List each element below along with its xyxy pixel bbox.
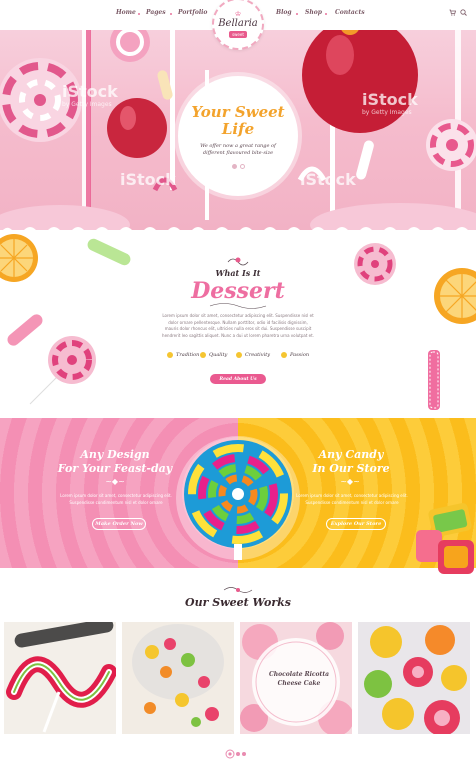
feature-tradition: Tradition xyxy=(167,352,199,358)
nav-blog[interactable]: Blog xyxy=(276,9,292,16)
work-tile-gummies-jar[interactable] xyxy=(122,622,234,734)
watermark: iStock xyxy=(300,170,356,189)
hero-title: Your Sweet Life xyxy=(191,102,285,138)
work-image xyxy=(122,622,234,734)
candy-description: Lorem ipsum dolor sit amet, consectetur … xyxy=(296,493,408,505)
logo-tag: sweet xyxy=(229,30,247,38)
works-title: Our Sweet Works xyxy=(185,596,291,609)
nav-portfolio[interactable]: Portfolio xyxy=(178,9,207,16)
section-kicker: What Is It xyxy=(215,268,261,278)
nav-separator xyxy=(325,13,327,15)
nav-pages[interactable]: Pages xyxy=(146,9,166,16)
hero-subtitle: We offer now a great range of different … xyxy=(200,142,276,156)
nav-separator xyxy=(170,13,172,15)
nav-separator xyxy=(138,13,140,15)
read-about-us-button[interactable]: Read About Us xyxy=(210,374,266,384)
make-order-button[interactable]: Make Order Now xyxy=(92,518,146,530)
watermark: iStock by Getty Images xyxy=(362,90,418,116)
candy-icon xyxy=(200,352,206,358)
watermark: iStock xyxy=(120,170,176,189)
section-description: Lorem ipsum dolor sit amet, consectetur … xyxy=(162,313,314,338)
hero-banner: iStock by Getty Images iStock by Getty Ima… xyxy=(0,30,476,230)
nav-home[interactable]: Home xyxy=(116,9,136,16)
ornament-divider: ~◆~ xyxy=(340,477,360,486)
feature-quality: Quality xyxy=(200,352,227,358)
slider-dot[interactable] xyxy=(231,163,237,169)
search-icon[interactable] xyxy=(460,9,467,16)
explore-store-button[interactable]: Explore Our Store xyxy=(326,518,386,530)
brand-logo[interactable]: ♔ Bellaria sweet xyxy=(212,0,264,50)
wave-divider xyxy=(0,227,476,234)
hero-text-circle: Your Sweet Life We offer now a great ran… xyxy=(178,76,298,196)
work-caption: Chocolate Ricotta Cheese Cake xyxy=(269,671,329,687)
pagination-dot[interactable] xyxy=(236,752,240,756)
section-title: Dessert xyxy=(191,278,285,304)
crown-icon: ♔ xyxy=(234,9,242,18)
feature-passion: Passion xyxy=(281,352,309,358)
work-tile-lollipops[interactable] xyxy=(4,622,116,734)
slider-pagination xyxy=(231,163,245,169)
pagination-dot[interactable] xyxy=(242,752,246,756)
nav-separator xyxy=(296,13,298,15)
logo-name: Bellaria xyxy=(218,17,258,29)
heart-icon[interactable] xyxy=(225,749,235,759)
work-image xyxy=(358,622,470,734)
slider-dot[interactable] xyxy=(239,163,245,169)
watermark: iStock by Getty Images xyxy=(62,82,118,108)
work-image xyxy=(4,622,116,734)
nav-contacts[interactable]: Contacts xyxy=(335,9,365,16)
jelly-candies xyxy=(416,503,474,574)
nav-shop[interactable]: Shop xyxy=(305,9,322,16)
candy-icon xyxy=(281,352,287,358)
cart-icon[interactable] xyxy=(449,9,456,16)
candy-title: Any Candy In Our Store xyxy=(312,448,390,475)
candy-icon xyxy=(236,352,242,358)
ornament-divider xyxy=(223,587,253,593)
candy-icon xyxy=(167,352,173,358)
rainbow-lollipop xyxy=(176,436,300,560)
ornament-divider: ~◆~ xyxy=(105,477,125,486)
feature-creativity: Creativity xyxy=(236,352,270,358)
design-description: Lorem ipsum dolor sit amet, consectetur … xyxy=(60,493,172,505)
design-title: Any Design For Your Feast-day xyxy=(57,448,173,475)
work-tile-jellies[interactable] xyxy=(358,622,470,734)
